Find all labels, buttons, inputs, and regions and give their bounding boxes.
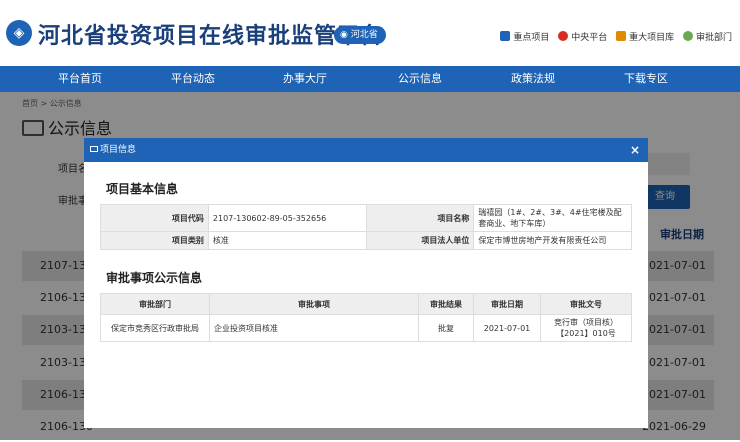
type-value: 核准 xyxy=(207,231,367,250)
row-date: 2021-07-01 xyxy=(473,314,541,342)
table-row: 保定市竞秀区行政审批局 企业投资项目核准 批复 2021-07-01 竞行审（项… xyxy=(100,314,632,342)
region-label: 河北省 xyxy=(350,30,378,40)
close-icon[interactable]: × xyxy=(630,138,640,162)
header: ◈ 河北省投资项目在线审批监管平台 ◉ 河北省 重点项目 中央平台 重大项目库 … xyxy=(0,0,740,66)
location-pin-icon: ◉ xyxy=(340,30,348,40)
col-result: 审批结果 xyxy=(418,293,474,315)
approval-table: 审批部门 审批事项 审批结果 审批日期 审批文号 保定市竞秀区行政审批局 企业投… xyxy=(100,293,632,342)
col-doc: 审批文号 xyxy=(540,293,632,315)
nav-news[interactable]: 平台动态 xyxy=(143,66,243,92)
link-key-project[interactable]: 重点项目 xyxy=(500,31,549,43)
basic-info-title: 项目基本信息 xyxy=(106,182,179,196)
logo-icon: ◈ xyxy=(6,20,32,46)
legal-value: 保定市博世房地产开发有限责任公司 xyxy=(473,231,632,250)
link-project-library[interactable]: 重大项目库 xyxy=(616,31,674,43)
department-icon xyxy=(682,31,693,41)
col-dept: 审批部门 xyxy=(100,293,210,315)
row-dept: 保定市竞秀区行政审批局 xyxy=(100,314,210,342)
code-value: 2107-130602-89-05-352656 xyxy=(207,204,367,232)
link-central-platform[interactable]: 中央平台 xyxy=(558,31,607,43)
link-label[interactable]: 重大项目库 xyxy=(629,33,674,43)
link-label[interactable]: 重点项目 xyxy=(513,33,549,43)
legal-label: 项目法人单位 xyxy=(365,231,475,250)
link-department[interactable]: 审批部门 xyxy=(682,31,732,43)
type-label: 项目类别 xyxy=(100,231,209,250)
site-title: 河北省投资项目在线审批监管平台 xyxy=(38,24,384,49)
row-result: 批复 xyxy=(418,314,474,342)
key-project-icon xyxy=(500,31,511,41)
nav-policy[interactable]: 政策法规 xyxy=(483,66,583,92)
project-info-modal: 项目信息 × 项目基本信息 项目代码 2107-130602-89-05-352… xyxy=(84,138,648,428)
region-badge[interactable]: ◉ 河北省 xyxy=(334,26,386,44)
nav-public-info[interactable]: 公示信息 xyxy=(370,66,470,92)
name-label: 项目名称 xyxy=(365,204,475,232)
nav-home[interactable]: 平台首页 xyxy=(30,66,130,92)
row-item: 企业投资项目核准 xyxy=(209,314,419,342)
name-value: 瑞禧园（1#、2#、3#、4#住宅楼及配套商业、地下车库） xyxy=(473,204,632,232)
link-label[interactable]: 中央平台 xyxy=(571,33,607,43)
central-platform-icon xyxy=(558,31,569,41)
nav-service-hall[interactable]: 办事大厅 xyxy=(255,66,355,92)
project-library-icon xyxy=(616,31,627,41)
col-date: 审批日期 xyxy=(473,293,541,315)
main-nav: 平台首页 平台动态 办事大厅 公示信息 政策法规 下载专区 xyxy=(0,66,740,92)
approval-info-title: 审批事项公示信息 xyxy=(106,271,203,285)
col-item: 审批事项 xyxy=(209,293,419,315)
top-links: 重点项目 中央平台 重大项目库 审批部门 xyxy=(494,30,732,43)
link-label[interactable]: 审批部门 xyxy=(696,33,732,43)
basic-info-table: 项目代码 2107-130602-89-05-352656 项目名称 瑞禧园（1… xyxy=(100,204,632,250)
modal-title: 项目信息 xyxy=(100,145,137,155)
monitor-icon xyxy=(90,146,98,152)
modal-title-bar: 项目信息 × xyxy=(84,138,648,162)
code-label: 项目代码 xyxy=(100,204,209,232)
nav-download[interactable]: 下载专区 xyxy=(596,66,696,92)
row-doc: 竞行审（项目核）【2021】010号 xyxy=(540,314,632,342)
